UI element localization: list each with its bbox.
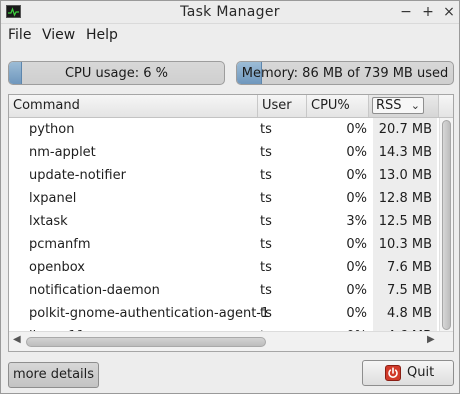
process-rss: 10.3 MB xyxy=(373,233,437,256)
process-cpu: 0% xyxy=(346,237,367,252)
menu-bar: File View Help xyxy=(1,25,459,47)
vertical-scrollbar[interactable] xyxy=(439,118,453,333)
process-user: ts xyxy=(260,214,272,229)
column-header-command[interactable]: Command xyxy=(9,95,258,117)
rss-header-label: RSS xyxy=(376,98,402,113)
table-row[interactable]: python ts 0% 20.7 MB xyxy=(9,118,439,141)
process-user: ts xyxy=(260,122,272,137)
table-row[interactable]: lxpanel ts 0% 12.8 MB xyxy=(9,187,439,210)
process-command: update-notifier xyxy=(29,168,126,183)
table-row[interactable]: polkit-gnome-authentication-agent-1 ts 0% 4… xyxy=(9,302,439,325)
quit-label: Quit xyxy=(407,365,435,380)
process-rss: 20.7 MB xyxy=(373,118,437,141)
power-icon xyxy=(385,365,401,381)
process-user: ts xyxy=(260,306,272,321)
cpu-usage-label: CPU usage: 6 % xyxy=(64,66,169,81)
menu-view[interactable]: View xyxy=(42,27,75,43)
table-row[interactable]: notification-daemon ts 0% 7.5 MB xyxy=(9,279,439,302)
process-command: openbox xyxy=(29,260,85,275)
process-cpu: 0% xyxy=(346,191,367,206)
process-command: lxpanel xyxy=(29,191,77,206)
scroll-left-arrow-icon[interactable]: ◀ xyxy=(13,334,21,345)
process-rss: 12.8 MB xyxy=(373,187,437,210)
process-rss: 7.5 MB xyxy=(373,279,437,302)
column-header-user[interactable]: User xyxy=(258,95,307,117)
process-rss: 13.0 MB xyxy=(373,164,437,187)
process-rss: 12.5 MB xyxy=(373,210,437,233)
table-row[interactable]: openbox ts 0% 7.6 MB xyxy=(9,256,439,279)
title-bar[interactable]: Task Manager − + × xyxy=(1,1,459,24)
column-header-rss[interactable]: RSS ⌄ xyxy=(369,95,439,117)
table-row[interactable]: lxtask ts 3% 12.5 MB xyxy=(9,210,439,233)
process-rss: 14.3 MB xyxy=(373,141,437,164)
more-details-button[interactable]: more details xyxy=(8,362,99,388)
horizontal-scroll-thumb[interactable] xyxy=(26,337,266,347)
cpu-usage-bar: CPU usage: 6 % xyxy=(8,61,225,85)
process-user: ts xyxy=(260,237,272,252)
menu-help[interactable]: Help xyxy=(86,27,118,43)
vertical-scroll-thumb[interactable] xyxy=(442,120,451,330)
column-header-cpu[interactable]: CPU% xyxy=(307,95,369,117)
memory-usage-bar: Memory: 86 MB of 739 MB used xyxy=(236,61,454,85)
process-user: ts xyxy=(260,260,272,275)
process-cpu: 0% xyxy=(346,168,367,183)
process-rss: 4.8 MB xyxy=(373,302,437,325)
memory-usage-label: Memory: 86 MB of 739 MB used xyxy=(241,66,449,81)
process-list: Command User CPU% RSS ⌄ python ts 0% 20.7 M… xyxy=(8,94,454,352)
process-cpu: 0% xyxy=(346,145,367,160)
process-user: ts xyxy=(260,191,272,206)
table-row[interactable]: pcmanfm ts 0% 10.3 MB xyxy=(9,233,439,256)
process-cpu: 0% xyxy=(346,283,367,298)
process-cpu: 0% xyxy=(346,122,367,137)
table-row[interactable]: nm-applet ts 0% 14.3 MB xyxy=(9,141,439,164)
process-command: python xyxy=(29,122,75,137)
process-rss: 7.6 MB xyxy=(373,256,437,279)
process-cpu: 0% xyxy=(346,306,367,321)
process-command: pcmanfm xyxy=(29,237,91,252)
task-manager-window: Task Manager − + × File View Help CPU us… xyxy=(0,0,460,394)
window-title: Task Manager xyxy=(180,4,280,20)
process-command: notification-daemon xyxy=(29,283,160,298)
table-row[interactable]: update-notifier ts 0% 13.0 MB xyxy=(9,164,439,187)
process-command: lxtask xyxy=(29,214,68,229)
process-rows: python ts 0% 20.7 MB nm-applet ts 0% 14.3 MB upd… xyxy=(9,118,439,331)
quit-button[interactable]: Quit xyxy=(362,360,454,386)
menu-file[interactable]: File xyxy=(8,27,31,43)
process-user: ts xyxy=(260,145,272,160)
minimize-button[interactable]: − xyxy=(398,3,414,21)
process-command: nm-applet xyxy=(29,145,96,160)
chevron-down-icon: ⌄ xyxy=(410,99,420,112)
process-cpu: 3% xyxy=(346,214,367,229)
process-user: ts xyxy=(260,168,272,183)
scroll-right-arrow-icon[interactable]: ▶ xyxy=(427,334,435,345)
close-button[interactable]: × xyxy=(441,3,457,21)
rss-sort-indicator[interactable]: RSS ⌄ xyxy=(372,97,424,114)
process-cpu: 0% xyxy=(346,260,367,275)
process-user: ts xyxy=(260,283,272,298)
process-command: polkit-gnome-authentication-agent-1 xyxy=(29,306,270,321)
horizontal-scrollbar[interactable]: ◀ ▶ xyxy=(9,331,453,351)
maximize-button[interactable]: + xyxy=(420,3,436,21)
list-header: Command User CPU% RSS ⌄ xyxy=(9,95,453,118)
